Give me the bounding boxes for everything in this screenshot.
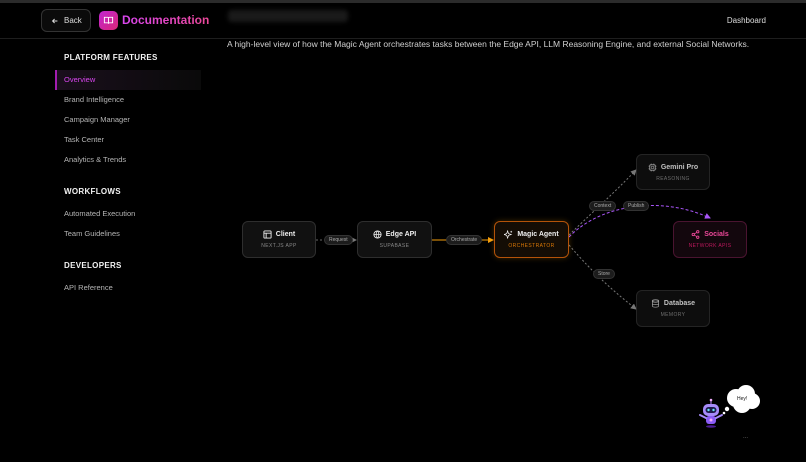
intro-text: A high-level view of how the Magic Agent… — [227, 39, 750, 49]
edge-label-publish: Publish — [623, 201, 650, 211]
section-title-workflows: WORKFLOWS — [64, 187, 121, 196]
sidebar-item-campaign-manager[interactable]: Campaign Manager — [55, 110, 201, 130]
brand-title: Documentation — [122, 13, 210, 27]
arrow-left-icon — [51, 18, 58, 23]
sidebar-item-team-guidelines[interactable]: Team Guidelines — [55, 224, 201, 244]
dashboard-link[interactable]: Dashboard — [727, 16, 766, 25]
globe-icon — [373, 230, 382, 239]
node-database-title: Database — [663, 300, 696, 307]
sidebar-item-brand-intelligence[interactable]: Brand Intelligence — [55, 90, 201, 110]
bubble-text: Hey! — [737, 396, 748, 402]
sidebar-item-analytics-trends[interactable]: Analytics & Trends — [55, 150, 201, 170]
node-edge-api[interactable]: Edge API SUPABASE — [357, 221, 432, 258]
node-edge-api-title: Edge API — [385, 231, 417, 238]
back-label: Back — [64, 16, 82, 25]
node-client-title: Client — [275, 231, 296, 238]
node-edge-api-subtitle: SUPABASE — [379, 243, 410, 249]
edge-label-context: Context — [589, 201, 617, 211]
node-client-subtitle: NEXT.JS APP — [261, 243, 297, 249]
robot-mascot-icon[interactable] — [697, 398, 725, 428]
page-title-blurred — [228, 10, 348, 22]
section-title-platform: PLATFORM FEATURES — [64, 53, 158, 62]
sidebar-item-automated-execution[interactable]: Automated Execution — [55, 204, 201, 224]
node-magic-agent[interactable]: Magic Agent ORCHESTRATOR — [494, 221, 569, 258]
edge-label-orchestrate: Orchestrate — [446, 235, 483, 245]
layout-icon — [263, 230, 272, 239]
edge-label-request: Request — [324, 235, 353, 245]
sidebar-item-api-reference[interactable]: API Reference — [55, 278, 201, 298]
sidebar-item-overview[interactable]: Overview — [55, 70, 201, 90]
node-socials[interactable]: Socials NETWORK APIS — [673, 221, 747, 258]
node-gemini-subtitle: REASONING — [656, 175, 690, 182]
top-header: Back Documentation Dashboard — [0, 3, 806, 39]
node-gemini-title: Gemini Pro — [660, 163, 699, 171]
node-database[interactable]: Database MEMORY — [636, 290, 710, 327]
cpu-icon — [648, 162, 657, 172]
back-button[interactable]: Back — [41, 9, 91, 32]
typing-dots: ... — [743, 434, 749, 440]
node-database-subtitle: MEMORY — [660, 312, 686, 318]
node-magic-agent-title: Magic Agent — [517, 231, 559, 238]
node-client[interactable]: Client NEXT.JS APP — [242, 221, 316, 258]
book-icon — [99, 11, 118, 30]
share-icon — [691, 230, 700, 239]
section-title-developers: DEVELOPERS — [64, 261, 122, 270]
sidebar-item-task-center[interactable]: Task Center — [55, 130, 201, 150]
edge-label-store: Store — [593, 269, 615, 279]
sidebar: PLATFORM FEATURES Overview Brand Intelli… — [55, 48, 201, 298]
node-socials-title: Socials — [704, 231, 729, 238]
node-socials-subtitle: NETWORK APIS — [688, 243, 732, 249]
database-icon — [651, 299, 660, 308]
node-gemini-pro[interactable]: Gemini Pro REASONING — [636, 154, 710, 190]
node-magic-agent-subtitle: ORCHESTRATOR — [508, 243, 555, 249]
sparkles-icon — [504, 230, 513, 239]
